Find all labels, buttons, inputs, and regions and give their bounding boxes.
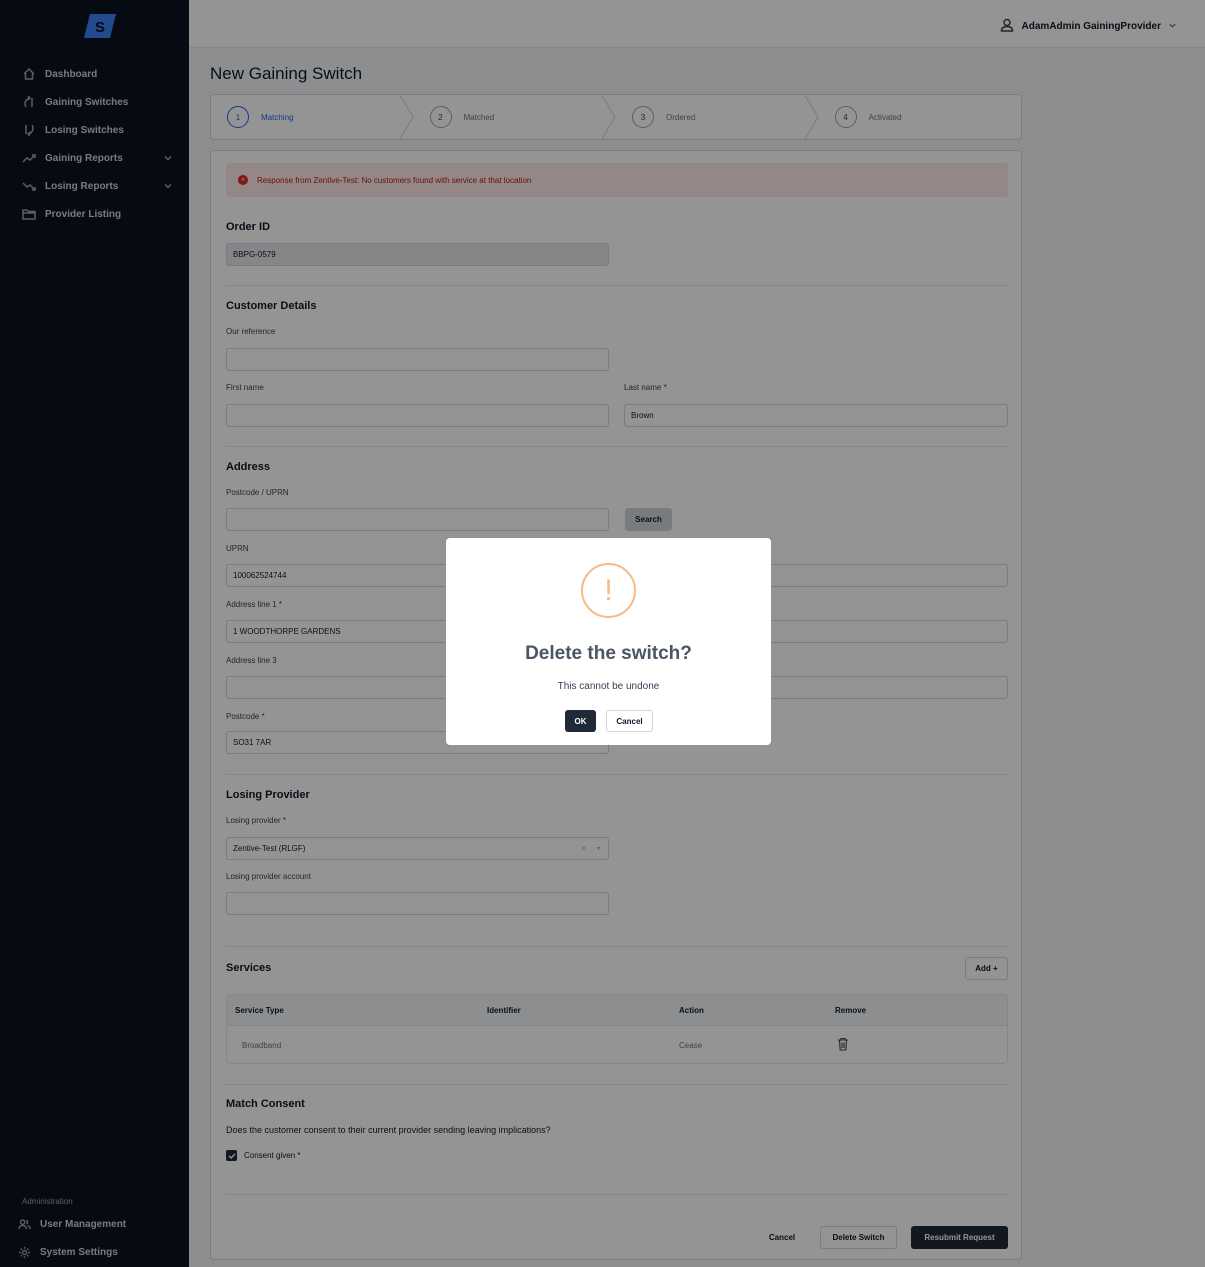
dialog-cancel-button[interactable]: Cancel <box>606 710 653 732</box>
ok-button[interactable]: OK <box>565 710 596 732</box>
dialog-text: This cannot be undone <box>557 681 660 692</box>
dialog-title: Delete the switch? <box>525 643 692 664</box>
warning-icon: ! <box>581 563 636 618</box>
confirm-delete-dialog: ! Delete the switch? This cannot be undo… <box>446 538 771 745</box>
